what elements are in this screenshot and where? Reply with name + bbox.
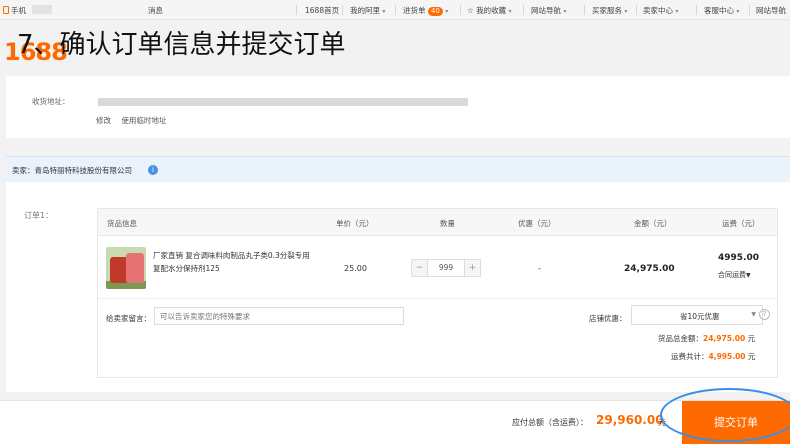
table-row: 厂家直销 复合调味料肉制品丸子类0.3分裂专用 复配水分保持剂125 25.00… — [98, 237, 777, 299]
edit-address-link[interactable]: 修改 — [96, 116, 111, 125]
blurred-address — [98, 98, 468, 106]
unit-price: 25.00 — [344, 264, 367, 273]
quantity-input[interactable]: 999 — [428, 263, 464, 272]
divider — [584, 5, 585, 15]
shipping-value: 4995.00 — [718, 253, 759, 263]
phone-icon — [3, 6, 9, 14]
promo-label: 店铺优惠： — [589, 314, 627, 323]
subtotal-line: 货品总金额：24,975.00 元 — [658, 333, 755, 344]
chevron-down-icon: ▾ — [736, 8, 740, 15]
site-nav-menu[interactable]: 网站导航 ▾ — [531, 5, 566, 16]
favorites-menu[interactable]: ☆ 我的收藏 ▾ — [467, 5, 512, 16]
customer-service-label: 客服中心 — [704, 6, 734, 15]
col-discount: 优惠（元） — [518, 219, 556, 228]
mobile-link[interactable]: 手机 — [3, 5, 26, 16]
chevron-down-icon: ▾ — [675, 8, 679, 15]
message-input[interactable] — [154, 307, 404, 325]
decrease-button[interactable]: − — [412, 260, 428, 276]
buyer-service-menu[interactable]: 买家服务 ▾ — [592, 5, 627, 16]
address-label: 收货地址： — [32, 97, 70, 106]
shipping-option-label: 合同运费 — [718, 271, 746, 279]
message-label: 给卖家留言： — [106, 314, 151, 323]
divider — [636, 5, 637, 15]
subtotal-unit: 元 — [747, 334, 756, 343]
checkout-bar: 应付总额（含运费）： 29,960.00 元 提交订单 — [0, 400, 790, 444]
chevron-down-icon: ▾ — [563, 8, 567, 15]
shipping-option-dropdown[interactable]: 合同运费▼ — [718, 270, 751, 280]
order-label: 订单1： — [24, 211, 54, 220]
order-table: 货品信息 单价（元） 数量 优惠（元） 金额（元） 运费（元） 厂家直销 复合调… — [97, 208, 778, 378]
divider — [523, 5, 524, 15]
divider — [749, 5, 750, 15]
site-nav-link-2[interactable]: 网站导航 — [756, 5, 786, 16]
cart-menu[interactable]: 进货单 40 ▾ — [403, 5, 448, 16]
mobile-link-label: 手机 — [11, 6, 26, 15]
seller-center-label: 卖家中心 — [643, 6, 673, 15]
freight-unit: 元 — [747, 352, 756, 361]
favorites-label: 我的收藏 — [476, 6, 507, 15]
total-unit: 元 — [658, 418, 666, 427]
top-nav-bar: 手机 消息 1688首页 我的阿里 ▾ 进货单 40 ▾ ☆ 我的收藏 ▾ 网站… — [0, 0, 790, 20]
promo-select[interactable]: 省10元优惠 ▼ — [631, 305, 763, 325]
address-actions: 修改 使用临时地址 — [96, 115, 174, 126]
amount-value: 24,975.00 — [624, 264, 675, 274]
total-label: 应付总额（含运费）： — [512, 418, 588, 427]
product-name[interactable]: 厂家直销 复合调味料肉制品丸子类0.3分裂专用 复配水分保持剂125 — [153, 249, 313, 275]
divider — [342, 5, 343, 15]
freight-line: 运费共计：4,995.00 元 — [671, 351, 755, 362]
product-thumbnail[interactable] — [106, 247, 146, 289]
temporary-address-link[interactable]: 使用临时地址 — [121, 116, 166, 125]
thumbnail-shape — [126, 253, 144, 283]
seller-center-menu[interactable]: 卖家中心 ▾ — [643, 5, 678, 16]
chevron-down-icon: ▾ — [382, 8, 386, 15]
shipping-address-panel: 收货地址： 修改 使用临时地址 — [6, 76, 790, 138]
chevron-down-icon: ▾ — [624, 8, 628, 15]
divider — [296, 5, 297, 15]
home-link[interactable]: 1688首页 — [305, 5, 339, 16]
info-icon[interactable]: i — [148, 165, 158, 175]
divider — [395, 5, 396, 15]
help-icon[interactable]: ? — [759, 309, 770, 320]
col-amount: 金额（元） — [634, 219, 672, 228]
table-header: 货品信息 单价（元） 数量 优惠（元） 金额（元） 运费（元） — [98, 209, 777, 236]
freight-label: 运费共计： — [671, 352, 709, 361]
customer-service-menu[interactable]: 客服中心 ▾ — [704, 5, 739, 16]
seller-name[interactable]: 卖家：青岛特丽特科技股份有限公司 — [12, 165, 132, 176]
order-panel: 订单1： 货品信息 单价（元） 数量 优惠（元） 金额（元） 运费（元） 厂家直… — [6, 182, 790, 392]
site-nav-label: 网站导航 — [531, 6, 561, 15]
freight-value: 4,995.00 — [708, 352, 746, 361]
divider — [696, 5, 697, 15]
messages-link[interactable]: 消息 — [148, 5, 163, 16]
buyer-service-label: 买家服务 — [592, 6, 622, 15]
star-icon: ☆ — [467, 6, 474, 15]
promo-value: 省10元优惠 — [680, 312, 720, 321]
cart-count-badge: 40 — [427, 7, 443, 16]
chevron-down-icon: ▼ — [751, 311, 756, 318]
step-title: 7、确认订单信息并提交订单 — [17, 30, 346, 60]
increase-button[interactable]: + — [464, 260, 480, 276]
subtotal-value: 24,975.00 — [703, 334, 746, 343]
col-product: 货品信息 — [107, 219, 137, 228]
col-unit-price: 单价（元） — [336, 219, 374, 228]
cart-label: 进货单 — [403, 6, 426, 15]
chevron-down-icon: ▾ — [508, 8, 512, 15]
chevron-down-icon: ▼ — [746, 272, 751, 279]
my-alibaba-label: 我的阿里 — [350, 6, 380, 15]
discount-value: - — [538, 264, 541, 273]
divider — [460, 5, 461, 15]
col-quantity: 数量 — [440, 219, 455, 228]
chevron-down-icon: ▾ — [445, 8, 449, 15]
blurred-username — [32, 5, 52, 14]
quantity-stepper: − 999 + — [411, 259, 481, 277]
total-amount: 29,960.00 — [596, 413, 664, 427]
subtotal-label: 货品总金额： — [658, 334, 703, 343]
seller-bar: 卖家：青岛特丽特科技股份有限公司 i — [6, 156, 790, 182]
submit-order-button[interactable]: 提交订单 — [682, 401, 790, 444]
my-alibaba-menu[interactable]: 我的阿里 ▾ — [350, 5, 385, 16]
col-shipping: 运费（元） — [722, 219, 760, 228]
